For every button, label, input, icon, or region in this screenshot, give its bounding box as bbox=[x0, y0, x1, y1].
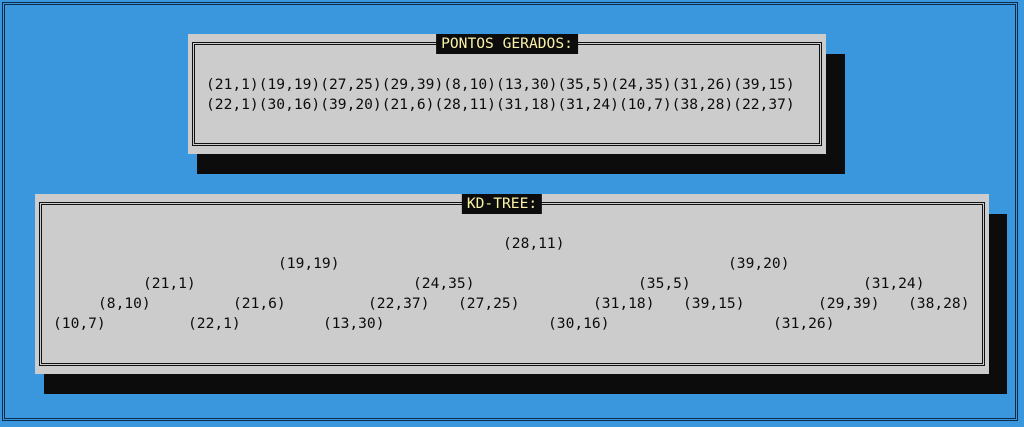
tree-node-r: (39,20) bbox=[728, 255, 790, 272]
tree-node-lll: (8,10) bbox=[98, 295, 151, 312]
tree-node-llr: (21,6) bbox=[233, 295, 286, 312]
tree-node-root: (28,11) bbox=[503, 235, 565, 252]
tree-node-lrll: (13,30) bbox=[323, 315, 385, 332]
tree-node-rlr: (39,15) bbox=[683, 295, 745, 312]
tree-node-rrr: (38,28) bbox=[908, 295, 970, 312]
tree-node-rlll: (30,16) bbox=[548, 315, 610, 332]
tree-node-lr: (24,35) bbox=[413, 275, 475, 292]
tree-node-llll: (10,7) bbox=[53, 315, 106, 332]
tree-panel-title: KD-TREE: bbox=[461, 194, 543, 214]
points-panel-title: PONTOS GERADOS: bbox=[436, 34, 578, 54]
points-line-2: (22,1)(30,16)(39,20)(21,6)(28,11)(31,18)… bbox=[206, 96, 795, 113]
tree-node-rl: (35,5) bbox=[638, 275, 691, 292]
tree-panel: KD-TREE: (28,11) (19,19) (39,20) (21,1) … bbox=[35, 194, 989, 374]
tree-node-rll: (31,18) bbox=[593, 295, 655, 312]
tree-node-lrl: (22,37) bbox=[368, 295, 430, 312]
tree-node-llrl: (22,1) bbox=[188, 315, 241, 332]
tree-node-lrr: (27,25) bbox=[458, 295, 520, 312]
tree-node-rrll: (31,26) bbox=[773, 315, 835, 332]
points-line-1: (21,1)(19,19)(27,25)(29,39)(8,10)(13,30)… bbox=[206, 76, 795, 93]
tree-node-ll: (21,1) bbox=[143, 275, 196, 292]
points-panel: PONTOS GERADOS: (21,1)(19,19)(27,25)(29,… bbox=[188, 34, 826, 154]
tree-node-l: (19,19) bbox=[278, 255, 340, 272]
tree-node-rrl: (29,39) bbox=[818, 295, 880, 312]
tree-node-rr: (31,24) bbox=[863, 275, 925, 292]
